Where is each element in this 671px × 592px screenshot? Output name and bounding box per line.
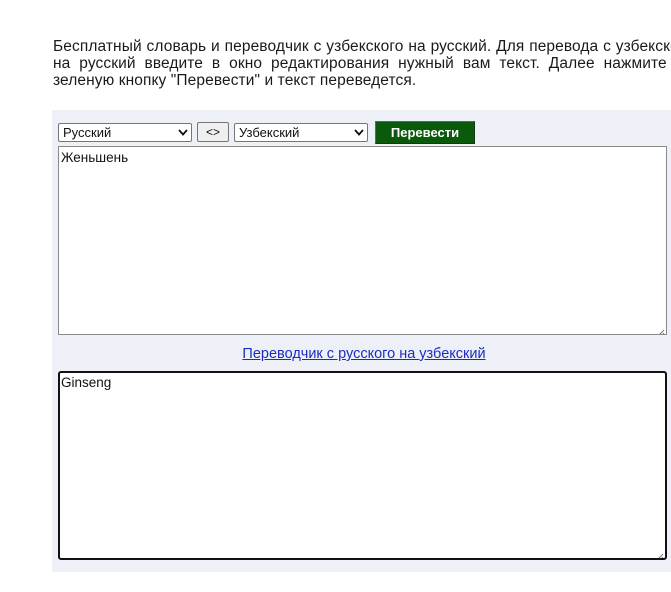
- chevron-down-icon: [177, 126, 189, 138]
- resize-grip-icon[interactable]: [655, 548, 664, 558]
- source-language-value: Русский: [63, 124, 112, 140]
- resize-grip-icon[interactable]: [656, 324, 665, 334]
- reverse-translator-link[interactable]: Переводчик с русского на узбекский: [242, 346, 485, 362]
- intro-text: Бесплатный словарь и переводчик с узбекс…: [53, 38, 671, 89]
- translator-panel: Русский <> Узбекский Перевести Женьшень …: [52, 110, 671, 572]
- target-language-select[interactable]: Узбекский: [234, 122, 368, 142]
- result-text-output[interactable]: Ginseng: [58, 371, 667, 560]
- source-text-input[interactable]: Женьшень: [58, 146, 667, 335]
- translate-button[interactable]: Перевести: [375, 120, 475, 144]
- source-language-select[interactable]: Русский: [58, 122, 192, 142]
- swap-languages-button[interactable]: <>: [197, 122, 229, 142]
- chevron-down-icon: [353, 126, 365, 138]
- target-language-value: Узбекский: [239, 124, 300, 140]
- reverse-translator-link-row: Переводчик с русского на узбекский: [52, 346, 671, 362]
- result-text-value: Ginseng: [61, 375, 112, 390]
- source-text-value: Женьшень: [61, 150, 129, 165]
- page: Бесплатный словарь и переводчик с узбекс…: [0, 0, 671, 592]
- translator-controls: Русский <> Узбекский Перевести: [58, 120, 475, 144]
